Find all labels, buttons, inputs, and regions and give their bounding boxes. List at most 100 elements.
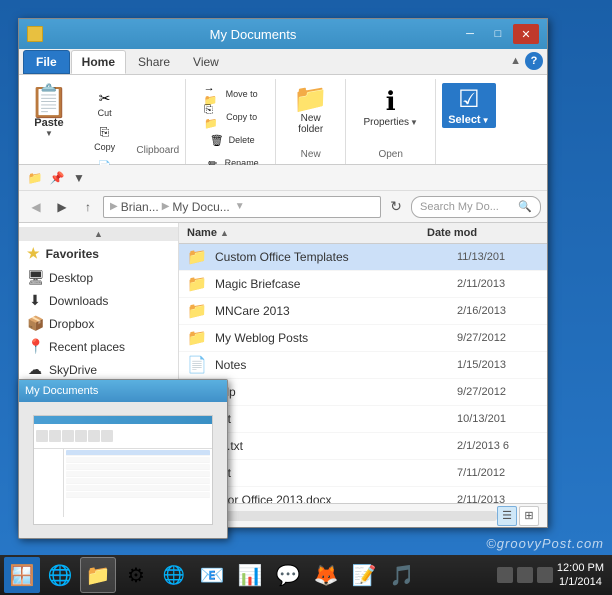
search-field[interactable]: Search My Do... 🔍 — [411, 196, 541, 218]
taskbar-explorer[interactable]: 📁 — [80, 557, 116, 593]
tray-icon3[interactable] — [537, 567, 553, 583]
address-dropdown-arrow[interactable]: ▼ — [235, 201, 245, 212]
search-icon[interactable]: 🔍 — [518, 200, 532, 213]
properties-dropdown[interactable]: ▼ — [410, 118, 418, 127]
back-button[interactable]: ◀ — [25, 196, 47, 218]
file-item-7[interactable]: 📄 ile.txt 2/1/2013 6 — [179, 433, 547, 460]
favorites-label: Favorites — [46, 247, 99, 261]
large-icons-view-button[interactable]: ⊞ — [519, 506, 539, 526]
delete-icon: 🗑 — [207, 130, 227, 150]
select-dropdown-arrow[interactable]: ▼ — [482, 116, 490, 125]
col-header-date[interactable]: Date mod — [419, 225, 547, 241]
paste-dropdown-arrow[interactable]: ▼ — [45, 129, 53, 138]
nav-item-desktop[interactable]: 🖥 Desktop — [19, 266, 178, 289]
file-list: Name ▲ Date mod 📁 Custom Office Template… — [179, 223, 547, 503]
close-button[interactable]: ✕ — [513, 24, 539, 44]
forward-button[interactable]: ▶ — [51, 196, 73, 218]
address-bar: ◀ ▶ ↑ ▶ Brian... ▶ My Docu... ▼ ↻ Search… — [19, 191, 547, 223]
tab-home[interactable]: Home — [71, 50, 126, 74]
taskbar: 🪟 🌐 📁 ⚙ 🌐 📧 📊 💬 🦊 📝 🎵 12:00 PM 1/1/2014 — [0, 555, 612, 595]
ribbon-tabs-row: File Home Share View ▲ ? — [19, 49, 547, 75]
file-item-4[interactable]: 📄 Notes 1/15/2013 — [179, 352, 547, 379]
taskbar-settings[interactable]: ⚙ — [118, 557, 154, 593]
minimize-button[interactable]: ─ — [457, 24, 483, 44]
address-field[interactable]: ▶ Brian... ▶ My Docu... ▼ — [103, 196, 381, 218]
file-item-2[interactable]: 📁 MNCare 2013 2/16/2013 — [179, 298, 547, 325]
file-name-0: Custom Office Templates — [215, 250, 457, 264]
file-name-8: .txt — [215, 466, 457, 480]
taskbar-skype[interactable]: 💬 — [270, 557, 306, 593]
taskbar-firefox[interactable]: 🦊 — [308, 557, 344, 593]
file-date-8: 7/11/2012 — [457, 467, 547, 479]
skydrive-icon: ☁ — [27, 361, 43, 378]
select-group-label — [467, 147, 470, 164]
thumbnail-preview-window: My Documents — [18, 379, 228, 539]
dropbox-label: Dropbox — [49, 317, 94, 331]
tab-file[interactable]: File — [23, 50, 70, 74]
file-date-5: 9/27/2012 — [457, 386, 547, 398]
ribbon-organize-group: →📁 Move to ⎘📁 Copy to — [186, 79, 276, 164]
qa-dropdown-btn[interactable]: ▼ — [69, 168, 89, 188]
up-button[interactable]: ↑ — [77, 196, 99, 218]
file-item-9[interactable]: 📄 s for Office 2013.docx 2/11/2013 — [179, 487, 547, 503]
tray-icon2[interactable] — [517, 567, 533, 583]
file-item-3[interactable]: 📁 My Weblog Posts 9/27/2012 — [179, 325, 547, 352]
taskbar-chrome[interactable]: 🌐 — [156, 557, 192, 593]
move-to-label: Move to — [226, 89, 258, 99]
nav-item-dropbox[interactable]: 📦 Dropbox — [19, 312, 178, 335]
file-name-3: My Weblog Posts — [215, 331, 457, 345]
file-name-1: Magic Briefcase — [215, 277, 457, 291]
desktop: My Documents ─ □ ✕ File Home Share View … — [0, 0, 612, 595]
mini-row5 — [66, 478, 210, 484]
view-icons: ☰ ⊞ — [497, 506, 539, 526]
file-item-8[interactable]: 📄 .txt 7/11/2012 — [179, 460, 547, 487]
file-icon-4: 📄 — [179, 355, 215, 375]
new-folder-icon: 📁 — [293, 85, 328, 113]
addr-crumb-arrow2: ▶ — [162, 201, 170, 212]
taskbar-system-tray: 12:00 PM 1/1/2014 — [497, 561, 608, 590]
copy-to-button[interactable]: ⎘📁 Copy to — [200, 106, 262, 128]
tray-icon1[interactable] — [497, 567, 513, 583]
file-item-6[interactable]: 📄 .txt 10/13/201 — [179, 406, 547, 433]
mini-row7 — [66, 492, 210, 498]
recent-icon: 📍 — [27, 338, 43, 355]
new-folder-button[interactable]: 📁 Newfolder — [289, 83, 333, 137]
collapse-ribbon-icon[interactable]: ▲ — [510, 55, 521, 67]
tab-view[interactable]: View — [182, 50, 230, 74]
breadcrumb-mydocs[interactable]: My Docu... — [172, 200, 229, 214]
clock-display[interactable]: 12:00 PM 1/1/2014 — [557, 561, 604, 590]
ribbon-new-group: 📁 Newfolder New — [276, 79, 346, 164]
cut-button[interactable]: ✂ Cut — [73, 87, 137, 119]
file-item-0[interactable]: 📁 Custom Office Templates 11/13/201 — [179, 244, 547, 271]
tab-share[interactable]: Share — [127, 50, 181, 74]
taskbar-mail[interactable]: 📧 — [194, 557, 230, 593]
nav-item-recent[interactable]: 📍 Recent places — [19, 335, 178, 358]
taskbar-start-button[interactable]: 🪟 — [4, 557, 40, 593]
mini-row4 — [66, 471, 210, 477]
help-button[interactable]: ? — [525, 52, 543, 70]
file-item-5[interactable]: 📄 .rdp 9/27/2012 — [179, 379, 547, 406]
properties-button[interactable]: ℹ Properties ▼ — [359, 83, 422, 130]
qa-folder-icon[interactable]: 📁 — [25, 168, 45, 188]
select-button[interactable]: ☑ Select ▼ — [442, 83, 495, 128]
details-view-button[interactable]: ☰ — [497, 506, 517, 526]
qa-pin-icon[interactable]: 📌 — [47, 168, 67, 188]
refresh-button[interactable]: ↻ — [385, 196, 407, 218]
quick-access-toolbar: 📁 📌 ▼ — [19, 165, 547, 191]
nav-item-skydrive[interactable]: ☁ SkyDrive — [19, 358, 178, 381]
taskbar-ie[interactable]: 🌐 — [42, 557, 78, 593]
col-header-name[interactable]: Name ▲ — [179, 225, 419, 241]
taskbar-outlook[interactable]: 📊 — [232, 557, 268, 593]
taskbar-vlc[interactable]: 🎵 — [384, 557, 420, 593]
maximize-button[interactable]: □ — [485, 24, 511, 44]
breadcrumb-brian[interactable]: Brian... — [121, 200, 159, 214]
nav-item-downloads[interactable]: ⬇ Downloads — [19, 289, 178, 312]
copy-button[interactable]: ⎘ Copy — [73, 121, 137, 153]
cut-icon: ✂ — [95, 88, 115, 108]
move-to-button[interactable]: →📁 Move to — [200, 83, 262, 105]
paste-button[interactable]: 📋 Paste ▼ — [25, 83, 73, 140]
file-item-1[interactable]: 📁 Magic Briefcase 2/11/2013 — [179, 271, 547, 298]
taskbar-word[interactable]: 📝 — [346, 557, 382, 593]
delete-button[interactable]: 🗑 Delete — [200, 129, 262, 151]
nav-scroll-up[interactable]: ▲ — [19, 227, 178, 241]
